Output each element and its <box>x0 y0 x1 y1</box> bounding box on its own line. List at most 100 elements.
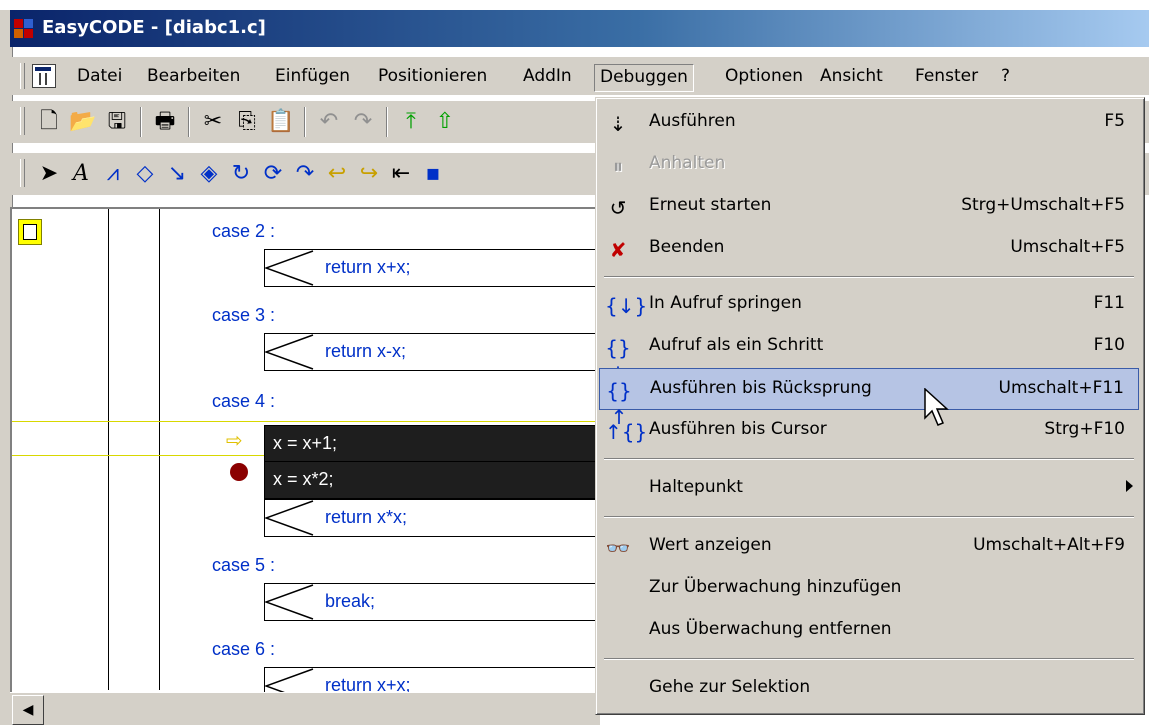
menu-item-shortcut: Strg+Umschalt+F5 <box>961 195 1125 215</box>
statement-block-breakpoint[interactable]: x = x*2; <box>264 461 606 499</box>
menu-item-beenden[interactable]: ✘ Beenden Umschalt+F5 <box>599 228 1139 270</box>
menu-item-haltepunkt[interactable]: Haltepunkt <box>599 468 1139 510</box>
menu-item-ausfuehren-bis-cursor[interactable]: ↑{} Ausführen bis Cursor Strg+F10 <box>599 410 1139 452</box>
mouse-pointer-icon <box>924 388 949 426</box>
menu-item-zur-ueberwachung-hinzufuegen[interactable]: Zur Überwachung hinzufügen <box>599 568 1139 610</box>
toolbar-grip[interactable] <box>20 107 25 135</box>
menu-positionieren[interactable]: Positionieren <box>373 64 492 90</box>
statement-block[interactable]: return x-x; <box>264 333 606 371</box>
menu-item-shortcut: Umschalt+Alt+F9 <box>973 535 1125 555</box>
menu-debuggen[interactable]: Debuggen <box>594 64 694 92</box>
statement-text: return x-x; <box>325 341 407 361</box>
statement-text: break; <box>325 591 376 611</box>
paste-icon[interactable]: 📋 <box>266 107 296 137</box>
case-label: case 2 : <box>212 221 276 241</box>
statement-text: x = x*2; <box>273 469 334 489</box>
menu-item-wert-anzeigen[interactable]: 👓 Wert anzeigen Umschalt+Alt+F9 <box>599 526 1139 568</box>
redo-icon[interactable]: ↷ <box>348 107 378 137</box>
branch-icon[interactable]: ◇ <box>130 159 160 189</box>
toolbar-separator <box>188 107 190 137</box>
menu-separator <box>604 458 1134 460</box>
statement-block-current[interactable]: x = x+1; <box>264 425 606 463</box>
toolbar-separator <box>140 107 142 137</box>
open-folder-icon[interactable]: 📂 <box>68 107 98 137</box>
document-window-icon[interactable] <box>32 64 56 88</box>
statement-block[interactable]: break; <box>264 583 606 621</box>
menu-item-anhalten: ⏸ Anhalten <box>599 144 1139 186</box>
menu-ansicht[interactable]: Ansicht <box>815 64 888 90</box>
restart-icon: ↺ <box>609 196 627 220</box>
undo-icon[interactable]: ↶ <box>314 107 344 137</box>
menu-item-in-aufruf-springen[interactable]: {↓} In Aufruf springen F11 <box>599 284 1139 326</box>
move-top-icon[interactable]: ⤒ <box>396 107 426 137</box>
print-icon[interactable]: 🖶 <box>150 107 180 137</box>
toolbar-separator <box>386 107 388 137</box>
menu-einfuegen[interactable]: Einfügen <box>270 64 355 90</box>
menu-addin[interactable]: AddIn <box>518 64 577 90</box>
title-bar[interactable]: EasyCODE - [diabc1.c] <box>10 10 1149 47</box>
glasses-icon: 👓 <box>605 536 631 560</box>
statement-text: x = x+1; <box>273 433 338 453</box>
menu-item-aus-ueberwachung-entfernen[interactable]: Aus Überwachung entfernen <box>599 610 1139 652</box>
move-up-icon[interactable]: ⇧ <box>430 107 460 137</box>
editor-indent-column <box>109 209 160 690</box>
menu-item-shortcut: Strg+F10 <box>1044 419 1125 439</box>
module-icon[interactable]: ▪ <box>418 159 448 189</box>
menu-separator <box>604 516 1134 518</box>
menu-help[interactable]: ? <box>996 64 1015 90</box>
step-over-icon[interactable]: ⟳ <box>258 159 288 189</box>
menu-item-label: Zur Überwachung hinzufügen <box>649 577 902 597</box>
break-icon[interactable]: ↪ <box>354 159 384 189</box>
menu-item-shortcut: F10 <box>1093 335 1125 355</box>
menu-item-aufruf-als-ein-schritt[interactable]: {}↓ Aufruf als ein Schritt F10 <box>599 326 1139 386</box>
menu-item-shortcut: F11 <box>1093 293 1125 313</box>
menu-item-shortcut: Umschalt+F5 <box>1010 237 1125 257</box>
comment-icon[interactable]: ⩘ <box>98 159 128 189</box>
exit-icon[interactable]: ⇤ <box>386 159 416 189</box>
new-file-icon[interactable]: 🗋 <box>34 107 64 137</box>
statement-block[interactable]: return x+x; <box>264 249 606 287</box>
menu-bearbeiten[interactable]: Bearbeiten <box>142 64 245 90</box>
menu-item-ausfuehren[interactable]: ⇣ Ausführen F5 <box>599 102 1139 144</box>
easycode-window: EasyCODE - [diabc1.c] Datei Bearbeiten E… <box>0 0 1149 725</box>
debug-paused-icon <box>18 219 42 245</box>
menu-bar: Datei Bearbeiten Einfügen Positionieren … <box>10 57 1149 95</box>
horizontal-scrollbar[interactable]: ◀ <box>10 692 600 725</box>
loop-icon[interactable]: ↘ <box>162 159 192 189</box>
step-out-icon: {}↑ <box>606 379 632 429</box>
toolbar-grip[interactable] <box>20 159 25 187</box>
menu-item-label: Gehe zur Selektion <box>649 677 811 697</box>
statement-block[interactable]: return x*x; <box>264 499 606 537</box>
scroll-left-button[interactable]: ◀ <box>12 695 44 725</box>
select-arrow-icon[interactable]: ➤ <box>34 159 64 189</box>
copy-icon[interactable]: ⎘ <box>232 107 262 137</box>
return-icon[interactable]: ↩ <box>322 159 352 189</box>
menu-fenster[interactable]: Fenster <box>910 64 983 90</box>
menu-item-label: Wert anzeigen <box>649 535 772 555</box>
menu-datei[interactable]: Datei <box>72 64 127 90</box>
cut-icon[interactable]: ✂ <box>198 107 228 137</box>
menu-item-label: In Aufruf springen <box>649 293 802 313</box>
breakpoint-icon[interactable] <box>230 463 248 481</box>
menu-item-erneut-starten[interactable]: ↺ Erneut starten Strg+Umschalt+F5 <box>599 186 1139 228</box>
text-icon[interactable]: A <box>66 159 96 189</box>
menu-item-label: Haltepunkt <box>649 477 743 497</box>
menu-separator <box>604 658 1134 660</box>
structogram-editor[interactable]: case 2 : return x+x; case 3 : return x-x… <box>10 207 606 705</box>
menu-optionen[interactable]: Optionen <box>720 64 808 90</box>
menu-item-label: Ausführen <box>649 111 736 131</box>
step-into-icon[interactable]: ↻ <box>226 159 256 189</box>
step-out-icon[interactable]: ↷ <box>290 159 320 189</box>
menu-item-gehe-zur-selektion[interactable]: Gehe zur Selektion <box>599 668 1139 710</box>
menu-item-label: Anhalten <box>649 153 726 173</box>
statement-text: return x*x; <box>325 507 408 527</box>
menubar-grip[interactable] <box>20 63 25 89</box>
menu-item-ausfuehren-bis-ruecksprung[interactable]: {}↑ Ausführen bis Rücksprung Umschalt+F1… <box>599 368 1139 429</box>
app-icon <box>14 19 34 39</box>
pause-icon: ⏸ <box>613 154 623 178</box>
toolbar-separator <box>304 107 306 137</box>
save-icon[interactable]: 🖫 <box>102 107 132 137</box>
case-label: case 6 : <box>212 639 276 659</box>
menu-item-label: Aufruf als ein Schritt <box>649 335 824 355</box>
diamond-icon[interactable]: ◈ <box>194 159 224 189</box>
